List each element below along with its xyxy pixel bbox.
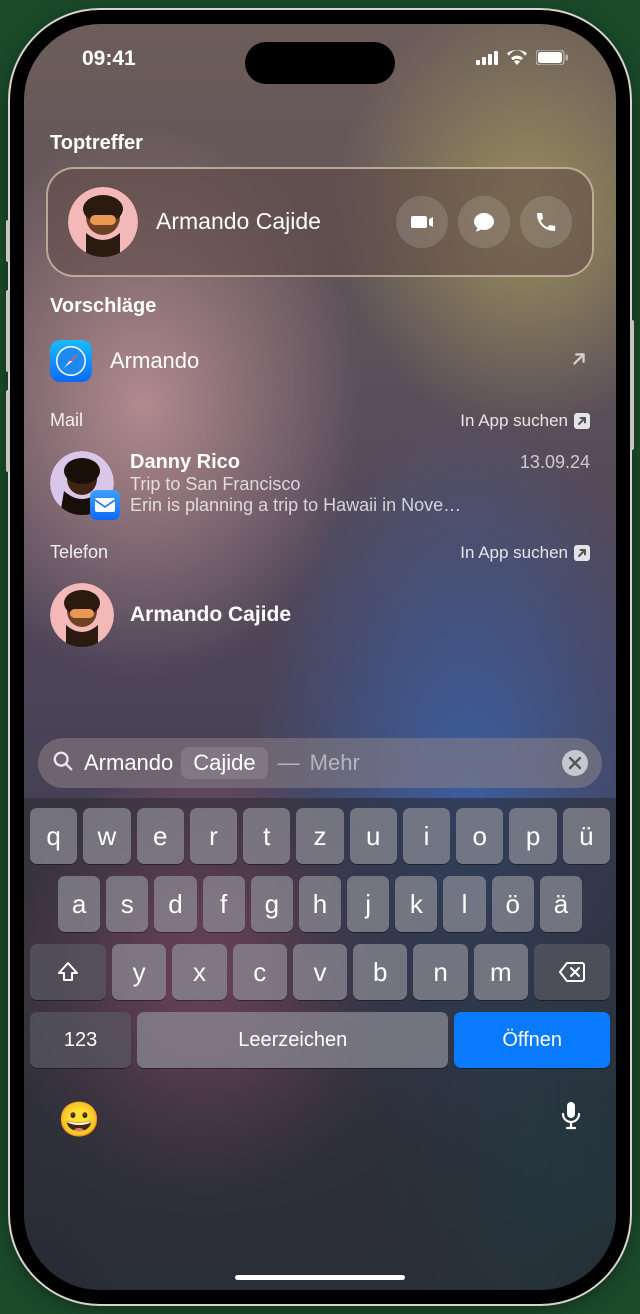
key-b[interactable]: b	[353, 944, 407, 1000]
key-n[interactable]: n	[413, 944, 467, 1000]
key-v[interactable]: v	[293, 944, 347, 1000]
mail-preview: Erin is planning a trip to Hawaii in Nov…	[130, 495, 590, 516]
search-in-phone-link[interactable]: In App suchen	[460, 543, 590, 563]
backspace-key[interactable]	[534, 944, 610, 1000]
phone-contact-avatar	[50, 583, 114, 647]
search-icon	[52, 750, 74, 777]
key-o[interactable]: o	[456, 808, 503, 864]
mail-result-row[interactable]: Danny Rico 13.09.24 Trip to San Francisc…	[46, 443, 594, 524]
key-ä[interactable]: ä	[540, 876, 582, 932]
numbers-key[interactable]: 123	[30, 1012, 131, 1068]
key-t[interactable]: t	[243, 808, 290, 864]
search-more-label: Mehr	[310, 750, 360, 776]
section-header-phone: Telefon In App suchen	[50, 542, 590, 563]
key-m[interactable]: m	[474, 944, 528, 1000]
key-x[interactable]: x	[172, 944, 226, 1000]
mail-sender: Danny Rico	[130, 451, 240, 474]
top-hit-card[interactable]: Armando Cajide	[46, 167, 594, 277]
key-e[interactable]: e	[137, 808, 184, 864]
dynamic-island	[245, 42, 395, 84]
home-indicator[interactable]	[235, 1275, 405, 1280]
search-separator: —	[278, 750, 300, 776]
key-c[interactable]: c	[233, 944, 287, 1000]
screen: 09:41 Toptreffer Armando Cajide	[24, 24, 616, 1290]
call-button[interactable]	[520, 196, 572, 248]
key-ö[interactable]: ö	[492, 876, 534, 932]
wifi-icon	[506, 47, 528, 71]
section-header-tophit: Toptreffer	[50, 132, 590, 155]
search-in-mail-link[interactable]: In App suchen	[460, 411, 590, 431]
action-key[interactable]: Öffnen	[454, 1012, 610, 1068]
keyboard-row-3: yxcvbnm	[30, 944, 610, 1000]
key-i[interactable]: i	[403, 808, 450, 864]
key-u[interactable]: u	[350, 808, 397, 864]
key-d[interactable]: d	[154, 876, 196, 932]
key-q[interactable]: q	[30, 808, 77, 864]
key-j[interactable]: j	[347, 876, 389, 932]
section-header-mail: Mail In App suchen	[50, 410, 590, 431]
key-r[interactable]: r	[190, 808, 237, 864]
key-s[interactable]: s	[106, 876, 148, 932]
mail-date: 13.09.24	[520, 452, 590, 473]
dictation-key[interactable]	[560, 1101, 582, 1140]
section-header-suggestions: Vorschläge	[50, 295, 590, 318]
phone-result-row[interactable]: Armando Cajide	[46, 575, 594, 655]
phone-contact-name: Armando Cajide	[130, 603, 590, 627]
key-y[interactable]: y	[112, 944, 166, 1000]
message-button[interactable]	[458, 196, 510, 248]
key-z[interactable]: z	[296, 808, 343, 864]
key-f[interactable]: f	[203, 876, 245, 932]
status-time: 09:41	[82, 47, 136, 71]
keyboard-row-4: 123 Leerzeichen Öffnen	[30, 1012, 610, 1068]
search-typed-text: Armando	[84, 750, 173, 776]
keyboard-row-2: asdfghjklöä	[30, 876, 610, 932]
key-l[interactable]: l	[443, 876, 485, 932]
suggestion-row-safari[interactable]: Armando	[46, 330, 594, 392]
mail-app-badge-icon	[90, 490, 120, 520]
key-p[interactable]: p	[509, 808, 556, 864]
key-k[interactable]: k	[395, 876, 437, 932]
facetime-button[interactable]	[396, 196, 448, 248]
clear-search-button[interactable]	[562, 750, 588, 776]
key-ü[interactable]: ü	[563, 808, 610, 864]
search-completion: Cajide	[181, 747, 267, 779]
cellular-icon	[476, 47, 498, 71]
safari-icon	[50, 340, 92, 382]
mail-subject: Trip to San Francisco	[130, 474, 590, 495]
key-h[interactable]: h	[299, 876, 341, 932]
contact-avatar	[68, 187, 138, 257]
key-a[interactable]: a	[58, 876, 100, 932]
emoji-key[interactable]: 😀	[58, 1100, 100, 1140]
top-hit-name: Armando Cajide	[156, 208, 378, 236]
space-key[interactable]: Leerzeichen	[137, 1012, 448, 1068]
battery-icon	[536, 47, 568, 71]
keyboard-row-1: qwertzuiopü	[30, 808, 610, 864]
key-w[interactable]: w	[83, 808, 130, 864]
key-g[interactable]: g	[251, 876, 293, 932]
search-field[interactable]: Armando Cajide — Mehr	[38, 738, 602, 788]
keyboard: qwertzuiopü asdfghjklöä yxcvbnm 123 Leer…	[24, 798, 616, 1290]
iphone-frame: 09:41 Toptreffer Armando Cajide	[10, 10, 630, 1304]
open-arrow-icon	[568, 348, 590, 375]
shift-key[interactable]	[30, 944, 106, 1000]
suggestion-label: Armando	[110, 348, 550, 374]
